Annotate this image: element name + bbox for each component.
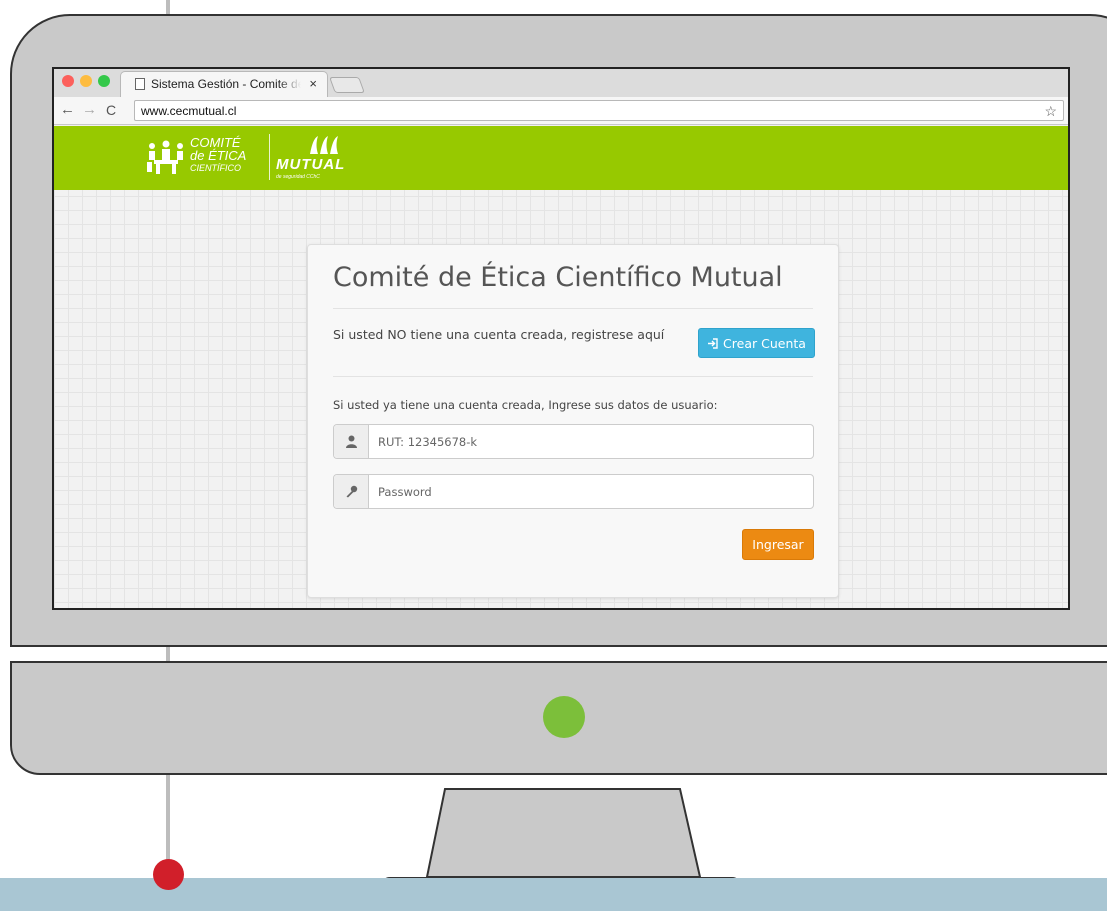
cec-logo[interactable]: COMITÉ de ÉTICA CIENTÍFICO bbox=[146, 134, 264, 182]
logo-divider bbox=[269, 134, 270, 180]
monitor-stand bbox=[425, 788, 702, 877]
web-page: COMITÉ de ÉTICA CIENTÍFICO MUTUAL de seg… bbox=[54, 126, 1068, 608]
create-account-button[interactable]: Crear Cuenta bbox=[698, 328, 815, 358]
mutual-logo[interactable]: MUTUAL de seguridad CChC bbox=[276, 134, 376, 182]
sign-in-icon bbox=[708, 337, 718, 349]
key-icon bbox=[346, 485, 357, 498]
divider bbox=[333, 376, 813, 377]
cec-logo-text: COMITÉ de ÉTICA CIENTÍFICO bbox=[190, 136, 246, 175]
mutual-logo-subtitle: de seguridad CChC bbox=[276, 174, 320, 180]
user-icon-addon bbox=[334, 425, 369, 458]
divider bbox=[333, 308, 813, 309]
site-header: COMITÉ de ÉTICA CIENTÍFICO MUTUAL de seg… bbox=[54, 126, 1068, 190]
power-led-icon bbox=[543, 696, 585, 738]
back-arrow-icon[interactable]: ← bbox=[60, 101, 75, 118]
browser-tab[interactable]: Sistema Gestión - Comite de Ética × bbox=[120, 71, 328, 97]
tab-bar: Sistema Gestión - Comite de Ética × bbox=[54, 69, 1068, 97]
timeline-dot bbox=[153, 859, 184, 890]
close-window-icon[interactable] bbox=[62, 75, 74, 87]
login-card: Comité de Ética Científico Mutual Si ust… bbox=[307, 244, 839, 598]
mutual-mark-icon bbox=[310, 136, 338, 154]
password-input-group bbox=[333, 474, 814, 509]
login-submit-button[interactable]: Ingresar bbox=[742, 529, 814, 560]
register-prompt: Si usted NO tiene una cuenta creada, reg… bbox=[333, 327, 665, 342]
cec-logo-line3: CIENTÍFICO bbox=[190, 163, 241, 173]
cec-logo-line2: de ÉTICA bbox=[190, 148, 247, 163]
user-icon bbox=[345, 435, 357, 448]
key-icon-addon bbox=[334, 475, 369, 508]
maximize-window-icon[interactable] bbox=[98, 75, 110, 87]
rut-input-group bbox=[333, 424, 814, 459]
reload-icon[interactable]: C bbox=[106, 102, 116, 118]
bookmark-star-icon[interactable]: ☆ bbox=[1044, 103, 1057, 120]
mutual-logo-word: MUTUAL bbox=[276, 156, 346, 173]
address-bar: ← → C www.cecmutual.cl ☆ bbox=[54, 97, 1068, 125]
login-prompt: Si usted ya tiene una cuenta creada, Ing… bbox=[333, 398, 718, 412]
tab-close-icon[interactable]: × bbox=[309, 76, 317, 91]
tab-title: Sistema Gestión - Comite de Ética bbox=[151, 77, 301, 91]
url-field[interactable]: www.cecmutual.cl ☆ bbox=[134, 100, 1064, 121]
page-icon bbox=[135, 78, 145, 90]
minimize-window-icon[interactable] bbox=[80, 75, 92, 87]
rut-input[interactable] bbox=[370, 425, 810, 458]
password-input[interactable] bbox=[370, 475, 810, 508]
browser-window: Sistema Gestión - Comite de Ética × ← → … bbox=[52, 67, 1070, 610]
create-account-label: Crear Cuenta bbox=[723, 335, 806, 351]
committee-people-icon bbox=[147, 140, 183, 174]
url-text: www.cecmutual.cl bbox=[141, 104, 237, 118]
new-tab-button[interactable] bbox=[329, 77, 365, 93]
page-title: Comité de Ética Científico Mutual bbox=[333, 262, 783, 293]
forward-arrow-icon[interactable]: → bbox=[82, 101, 97, 118]
